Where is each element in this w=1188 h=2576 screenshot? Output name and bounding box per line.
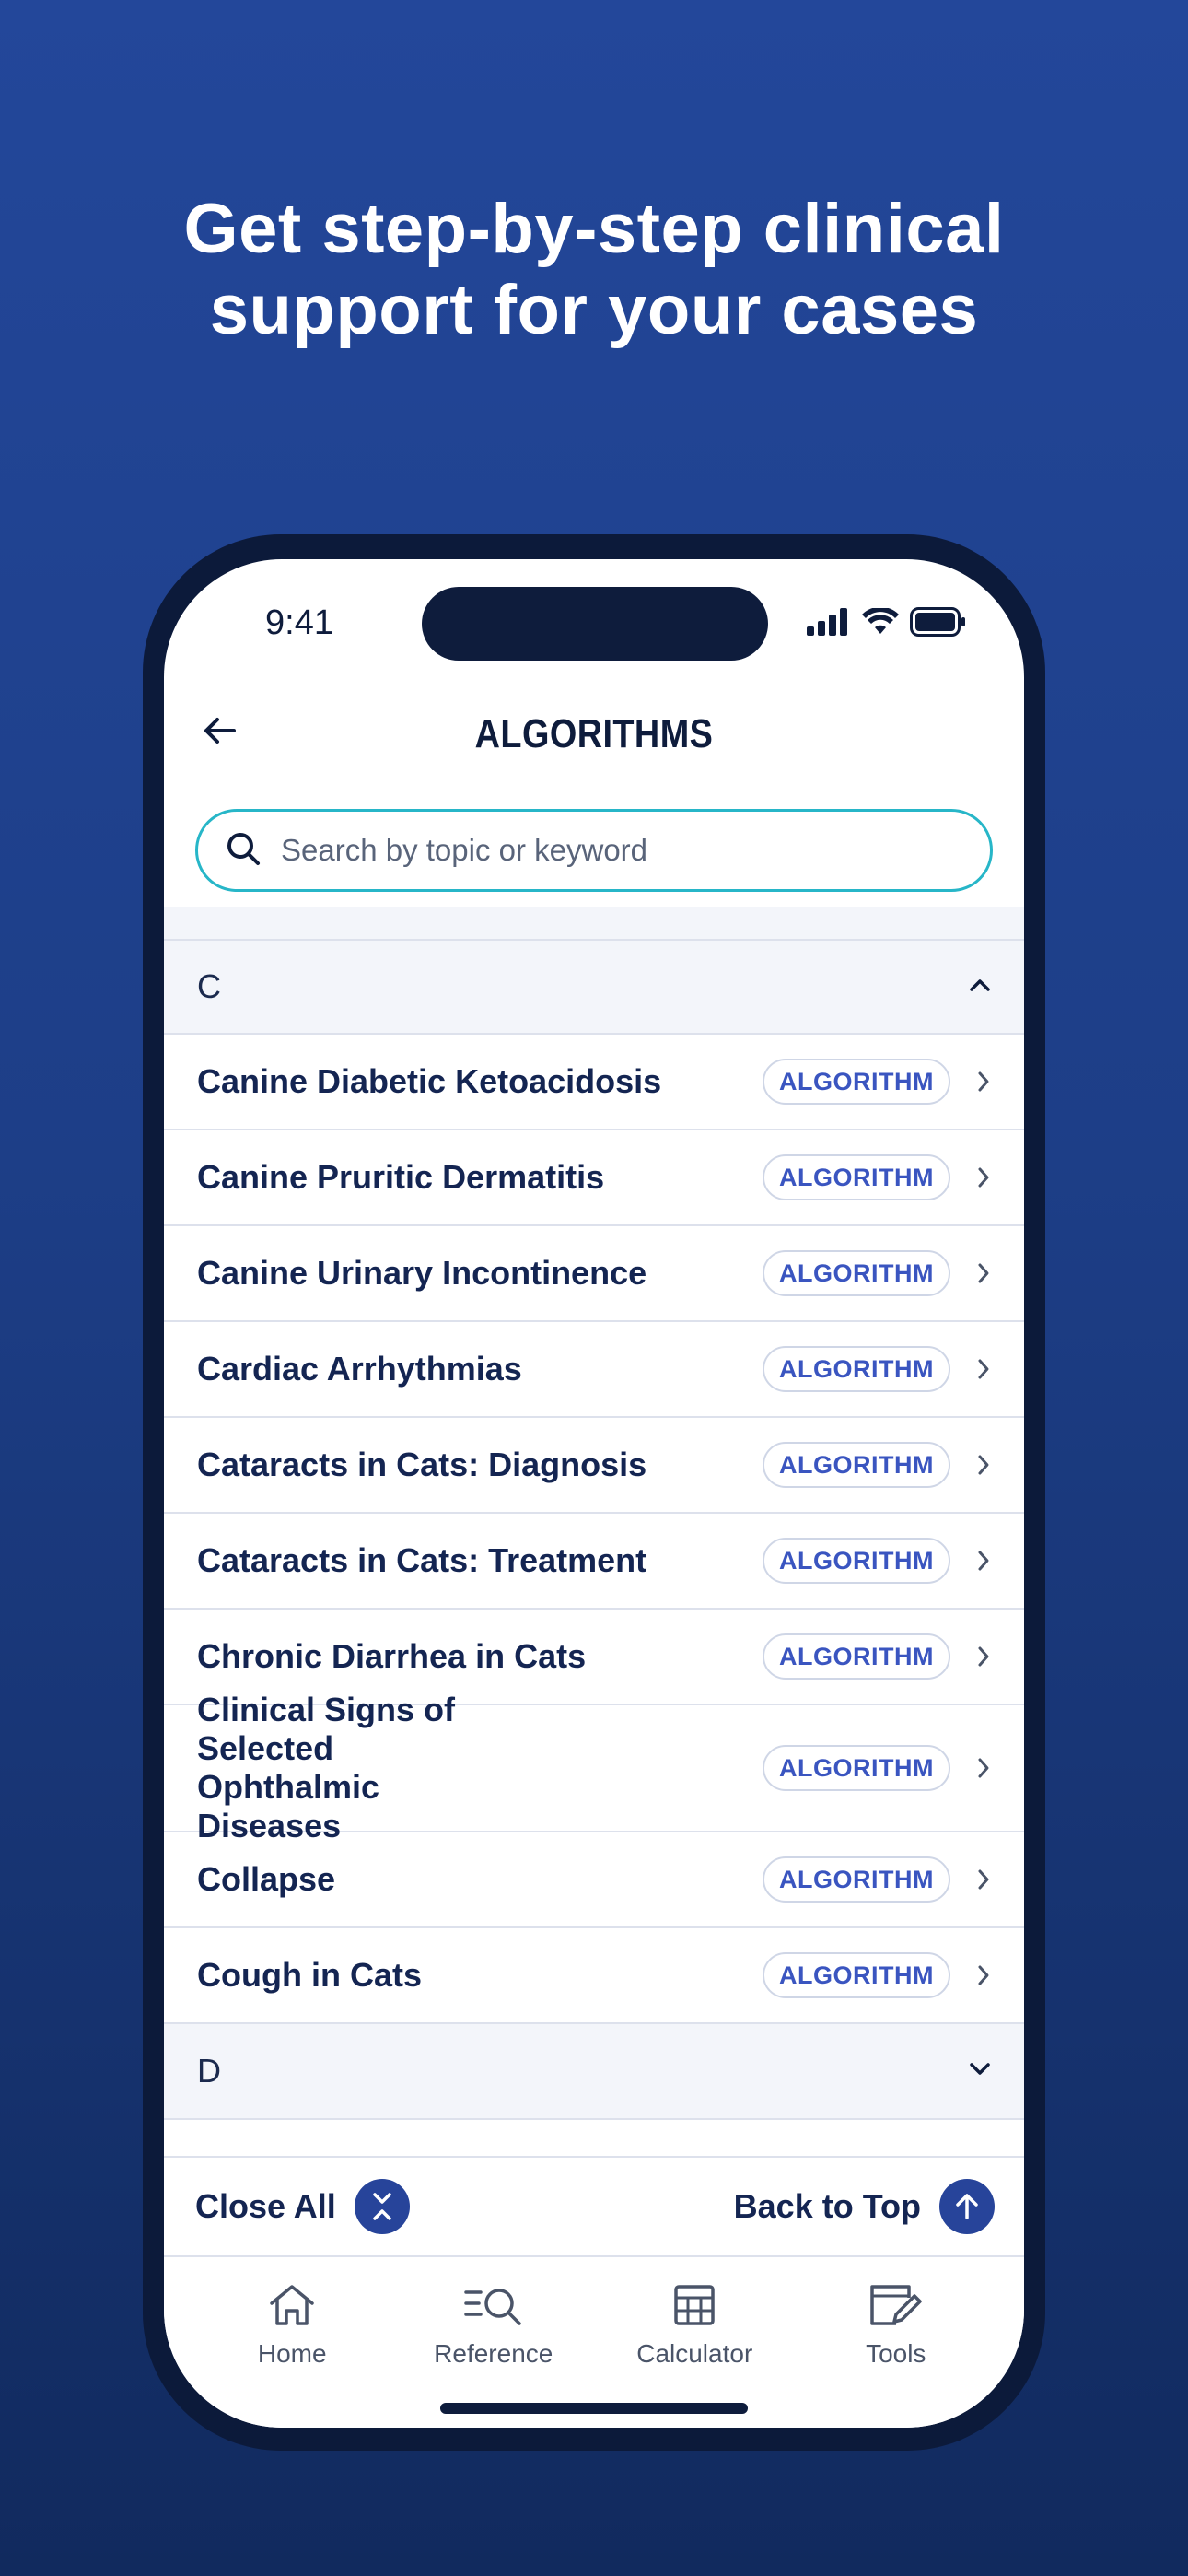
headline-line-1: Get step-by-step clinical [183, 190, 1005, 268]
tab-tools[interactable]: Tools [796, 2257, 997, 2428]
algorithm-badge: ALGORITHM [763, 1059, 950, 1105]
list-scroll-edge [164, 907, 1024, 939]
algorithm-badge: ALGORITHM [763, 1346, 950, 1392]
back-to-top-label: Back to Top [733, 2187, 921, 2225]
status-time: 9:41 [265, 603, 333, 642]
back-to-top-button[interactable]: Back to Top [734, 2179, 995, 2234]
list-item[interactable]: Canine Urinary Incontinence ALGORITHM [164, 1226, 1024, 1322]
algorithm-list: C Canine Diabetic Ketoacidosis ALGORITHM… [164, 907, 1024, 2120]
chevron-right-icon [974, 1547, 993, 1575]
list-item[interactable]: Cough in Cats ALGORITHM [164, 1928, 1024, 2024]
list-item[interactable]: Clinical Signs of Selected Ophthalmic Di… [164, 1691, 1024, 1844]
tab-label: Home [257, 2339, 327, 2368]
list-item[interactable]: Canine Diabetic Ketoacidosis ALGORITHM [164, 1035, 1024, 1130]
headline: Get step-by-step clinical support for yo… [0, 189, 1188, 351]
battery-icon [910, 607, 967, 641]
list-item[interactable]: Cataracts in Cats: Diagnosis ALGORITHM [164, 1418, 1024, 1514]
reference-search-icon [462, 2283, 525, 2332]
tab-label: Tools [866, 2339, 926, 2368]
item-title: Chronic Diarrhea in Cats [197, 1637, 587, 1675]
chevron-right-icon [974, 1451, 993, 1479]
list-item[interactable]: Cardiac Arrhythmias ALGORITHM [164, 1322, 1024, 1418]
chevron-right-icon [974, 1259, 993, 1287]
item-title: Canine Pruritic Dermatitis [197, 1158, 605, 1196]
home-indicator [440, 2403, 748, 2414]
algorithm-badge: ALGORITHM [763, 1952, 950, 1998]
algorithm-badge: ALGORITHM [763, 1856, 950, 1903]
dynamic-island [422, 587, 768, 661]
tab-home[interactable]: Home [192, 2257, 393, 2428]
algorithm-badge: ALGORITHM [763, 1442, 950, 1488]
section-header-c[interactable]: C [164, 939, 1024, 1035]
home-icon [266, 2283, 318, 2332]
list-item[interactable]: Collapse ALGORITHM [164, 1832, 1024, 1928]
collapse-all-icon [354, 2179, 410, 2234]
item-title: Cataracts in Cats: Diagnosis [197, 1446, 647, 1483]
list-item[interactable]: Canine Pruritic Dermatitis ALGORITHM [164, 1130, 1024, 1226]
chevron-right-icon [974, 1961, 993, 1989]
item-title: Canine Urinary Incontinence [197, 1254, 647, 1292]
item-title: Cough in Cats [197, 1956, 422, 1994]
item-title: Cardiac Arrhythmias [197, 1350, 522, 1388]
item-title: Clinical Signs of Selected Ophthalmic Di… [197, 1691, 456, 1844]
section-letter: C [197, 967, 221, 1005]
list-item[interactable]: Cataracts in Cats: Treatment ALGORITHM [164, 1514, 1024, 1610]
wifi-icon [862, 606, 899, 640]
algorithm-badge: ALGORITHM [763, 1745, 950, 1791]
algorithm-badge: ALGORITHM [763, 1538, 950, 1584]
chevron-right-icon [974, 1068, 993, 1095]
list-actions-bar: Close All Back to Top [164, 2156, 1024, 2255]
arrow-up-icon [939, 2179, 995, 2234]
tools-edit-icon [868, 2283, 924, 2332]
item-title: Cataracts in Cats: Treatment [197, 1541, 647, 1579]
chevron-up-icon [969, 978, 991, 997]
calculator-icon [672, 2283, 716, 2332]
signal-icon [807, 608, 851, 640]
tab-label: Reference [434, 2339, 553, 2368]
chevron-right-icon [974, 1643, 993, 1670]
phone-screen: 9:41 ALGORITHMS Search by topic or keywo… [164, 559, 1024, 2428]
chevron-right-icon [974, 1866, 993, 1893]
algorithm-badge: ALGORITHM [763, 1250, 950, 1296]
chevron-down-icon [969, 2062, 991, 2081]
section-letter: D [197, 2052, 221, 2090]
section-header-d[interactable]: D [164, 2024, 1024, 2120]
search-icon [226, 831, 261, 871]
close-all-button[interactable]: Close All [195, 2179, 410, 2234]
page-title: ALGORITHMS [474, 711, 714, 756]
chevron-right-icon [974, 1355, 993, 1383]
search-input[interactable]: Search by topic or keyword [195, 809, 993, 892]
chevron-right-icon [974, 1164, 993, 1191]
item-title: Canine Diabetic Ketoacidosis [197, 1062, 662, 1100]
close-all-label: Close All [195, 2187, 336, 2225]
search-placeholder: Search by topic or keyword [281, 833, 648, 867]
algorithm-badge: ALGORITHM [763, 1633, 950, 1680]
headline-line-2: support for your cases [209, 271, 979, 349]
chevron-right-icon [974, 1754, 993, 1782]
tab-bar: Home Reference Calculator Tools [164, 2255, 1024, 2428]
status-icons [807, 606, 967, 641]
tab-label: Calculator [636, 2339, 753, 2368]
item-title: Collapse [197, 1860, 336, 1898]
algorithm-badge: ALGORITHM [763, 1154, 950, 1200]
